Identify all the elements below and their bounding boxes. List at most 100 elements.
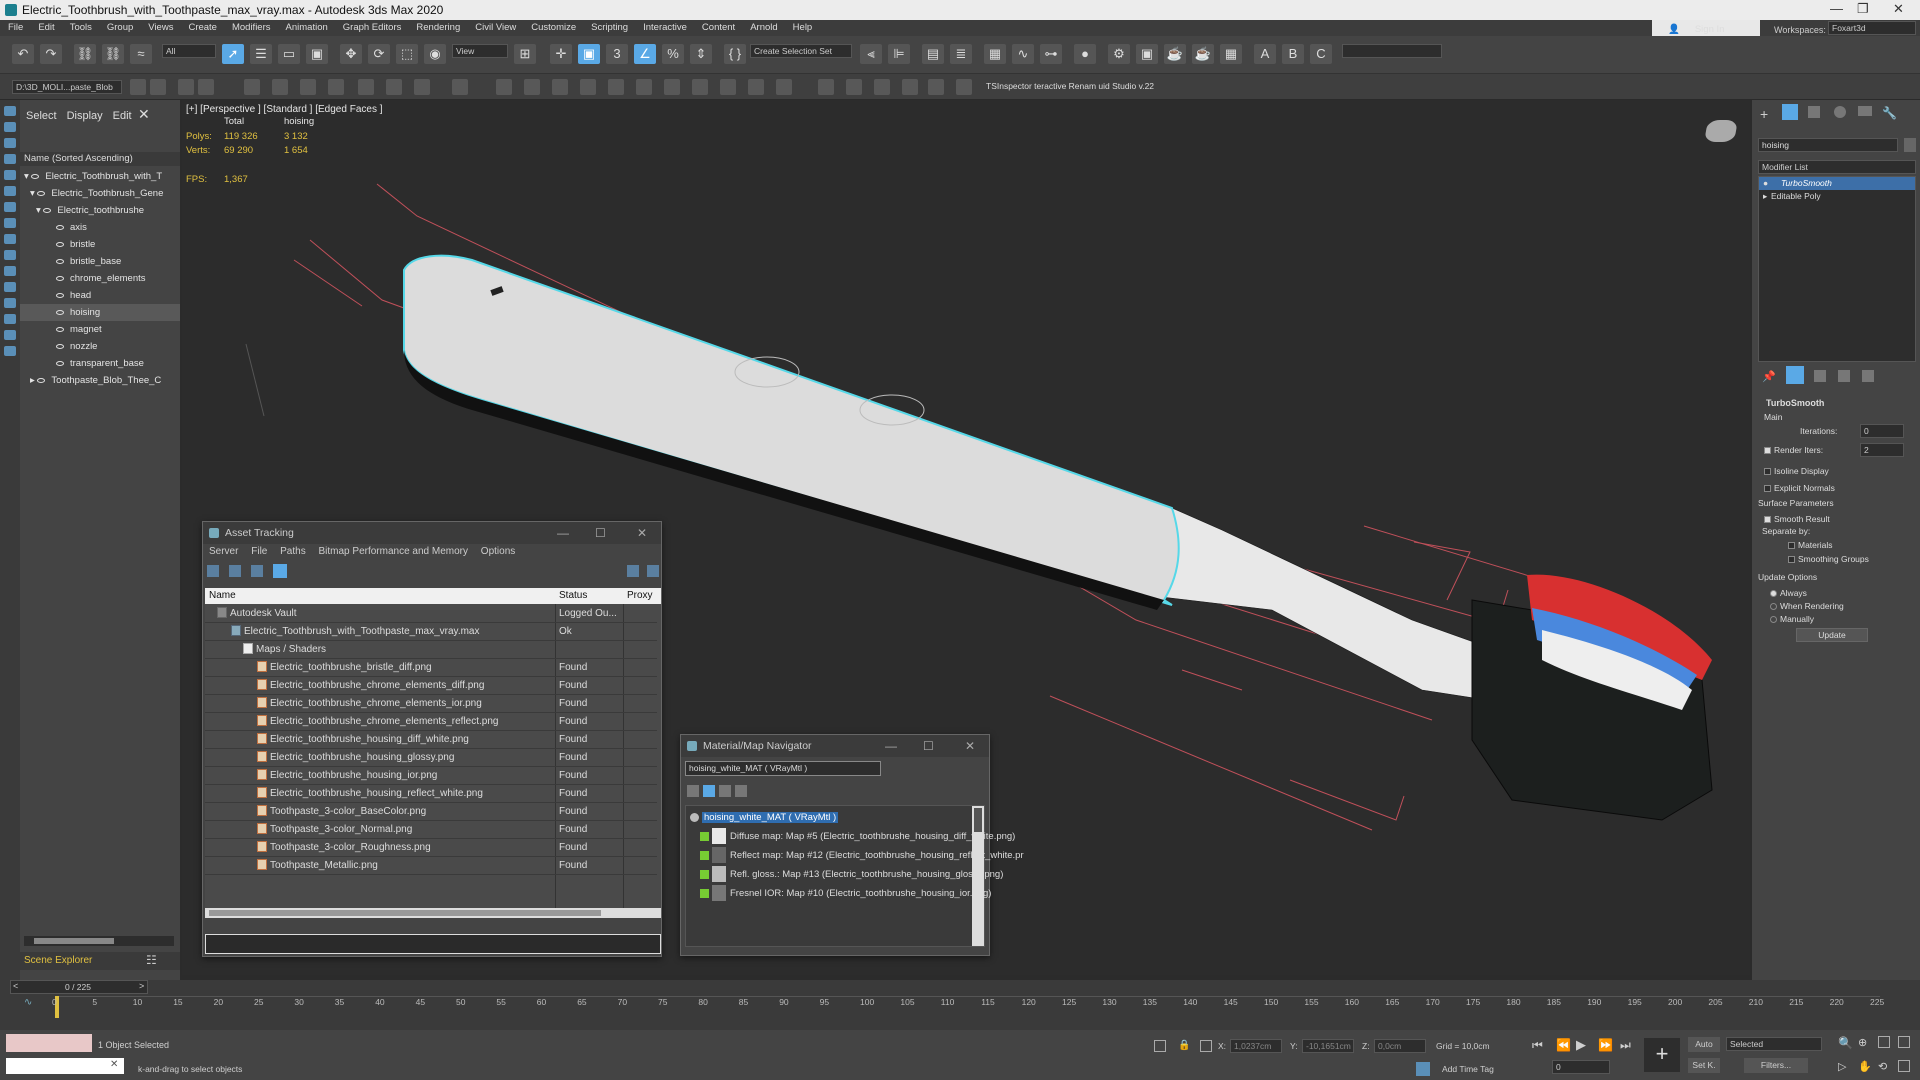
menu-edit[interactable]: Edit: [30, 20, 61, 33]
stack-item-editable-poly[interactable]: ▸ Editable Poly: [1759, 190, 1915, 203]
render-setup-icon[interactable]: ⚙: [1108, 44, 1130, 64]
render-activeshade-icon[interactable]: ▦: [1220, 44, 1242, 64]
tool-ab-icon[interactable]: [928, 79, 944, 95]
menu-options[interactable]: Options: [481, 546, 515, 557]
tool-h-icon[interactable]: [328, 79, 344, 95]
menu-animation[interactable]: Animation: [278, 20, 335, 33]
isoline-display-checkbox[interactable]: Isoline Display: [1764, 466, 1829, 476]
visibility-eye-icon[interactable]: [56, 326, 64, 332]
menu-tools[interactable]: Tools: [62, 20, 99, 33]
tool-i-icon[interactable]: [358, 79, 374, 95]
display-lights-icon[interactable]: [4, 170, 16, 180]
tree-item[interactable]: ▾ Electric_toothbrushe: [20, 202, 180, 219]
display-none-icon[interactable]: [4, 106, 16, 116]
zoom-icon[interactable]: 🔍: [1838, 1036, 1853, 1050]
asset-tracking-window[interactable]: Asset Tracking — ☐ ✕ Server File Paths B…: [202, 521, 662, 957]
zoom-extents-all-icon[interactable]: [1898, 1036, 1910, 1048]
rollout-title[interactable]: TurboSmooth: [1766, 398, 1824, 408]
curve-editor-icon[interactable]: ∿: [24, 997, 32, 1008]
workspace-select[interactable]: Foxart3d: [1828, 21, 1916, 35]
find-icon[interactable]: [4, 346, 16, 356]
tool-a-icon[interactable]: [130, 79, 146, 95]
snaps-toggle-icon[interactable]: 3: [606, 44, 628, 64]
close-icon[interactable]: ✕: [637, 522, 647, 544]
update-button[interactable]: Update: [1796, 628, 1868, 642]
expand-icon[interactable]: ▾: [30, 188, 37, 199]
prev-frame-icon[interactable]: <: [13, 981, 18, 991]
redo-icon[interactable]: ↷: [40, 44, 62, 64]
table-row[interactable]: Maps / Shaders: [205, 641, 657, 659]
orbit-icon[interactable]: ⟲: [1878, 1060, 1887, 1073]
tree-item[interactable]: magnet: [20, 321, 180, 338]
visibility-eye-icon[interactable]: [56, 343, 64, 349]
tool-g-icon[interactable]: [300, 79, 316, 95]
project-path-select[interactable]: D:\3D_MOLI...paste_Blob: [12, 80, 122, 94]
move-icon[interactable]: ✥: [340, 44, 362, 64]
rendered-frame-window-icon[interactable]: ▣: [1136, 44, 1158, 64]
view-list-icons-icon[interactable]: [703, 785, 715, 797]
tree-item[interactable]: ▾ Electric_Toothbrush_Gene: [20, 185, 180, 202]
close-icon[interactable]: ✕: [110, 1059, 118, 1070]
display-bones-icon[interactable]: [4, 266, 16, 276]
percent-snap-icon[interactable]: %: [662, 44, 684, 64]
select-manipulate-icon[interactable]: ✛: [550, 44, 572, 64]
tool-w-icon[interactable]: [776, 79, 792, 95]
visibility-eye-icon[interactable]: [37, 190, 46, 196]
maxscript-input[interactable]: ✕: [6, 1058, 124, 1074]
display-groups-icon[interactable]: [4, 234, 16, 244]
placement-icon[interactable]: ◉: [424, 44, 446, 64]
rotate-icon[interactable]: ⟳: [368, 44, 390, 64]
table-row[interactable]: Electric_toothbrushe_chrome_elements_ref…: [205, 713, 657, 731]
minimize-icon[interactable]: —: [557, 522, 569, 544]
current-frame-field[interactable]: 0: [1552, 1060, 1610, 1074]
modify-tab-icon[interactable]: [1782, 104, 1798, 120]
time-slider[interactable]: < 0 / 225 >: [10, 980, 148, 994]
view-small-icons-icon[interactable]: [719, 785, 731, 797]
auto-key-button[interactable]: Auto: [1688, 1037, 1720, 1052]
zoom-extents-icon[interactable]: [1878, 1036, 1890, 1048]
menu-arnold[interactable]: Arnold: [742, 20, 784, 33]
view-large-icons-icon[interactable]: [735, 785, 747, 797]
menu-paths[interactable]: Paths: [280, 546, 306, 557]
checkbox-icon[interactable]: [1764, 447, 1771, 454]
absolute-mode-icon[interactable]: [1200, 1040, 1212, 1052]
tool-y-icon[interactable]: [846, 79, 862, 95]
lightbulb-icon[interactable]: ●: [1763, 177, 1768, 190]
tool-c-icon[interactable]: [178, 79, 194, 95]
utilities-tab-icon[interactable]: 🔧: [1882, 106, 1897, 120]
expand-icon[interactable]: ▾: [36, 205, 43, 216]
selection-set-select[interactable]: Create Selection Set: [750, 44, 852, 58]
table-row[interactable]: Autodesk Vault Logged Ou...: [205, 605, 657, 623]
table-view-icon[interactable]: [251, 565, 263, 577]
table-row[interactable]: Electric_toothbrushe_chrome_elements_dif…: [205, 677, 657, 695]
menu-content[interactable]: Content: [694, 20, 742, 33]
material-root[interactable]: hoising_white_MAT ( VRayMtl ): [690, 808, 839, 827]
always-radio[interactable]: Always: [1770, 588, 1807, 598]
menu-civil-view[interactable]: Civil View: [467, 20, 523, 33]
link-icon[interactable]: ⛓: [74, 44, 96, 64]
iterations-spinner[interactable]: 0: [1860, 424, 1904, 438]
display-geometry-icon[interactable]: [4, 138, 16, 148]
material-editor-icon[interactable]: ●: [1074, 44, 1096, 64]
table-row[interactable]: Electric_toothbrushe_housing_ior.png Foun…: [205, 767, 657, 785]
table-row[interactable]: Toothpaste_3-color_BaseColor.png Found: [205, 803, 657, 821]
radio-icon[interactable]: [1770, 603, 1777, 610]
time-tag-icon[interactable]: [1416, 1062, 1430, 1076]
scene-explorer-icon[interactable]: ▤: [922, 44, 944, 64]
tree-item-selected[interactable]: hoising: [20, 304, 180, 321]
object-color-swatch[interactable]: [1904, 138, 1916, 152]
select-object-icon[interactable]: ➚: [222, 44, 244, 64]
tool-x-icon[interactable]: [818, 79, 834, 95]
expand-icon[interactable]: ▾: [24, 171, 31, 182]
tree-item[interactable]: chrome_elements: [20, 270, 180, 287]
time-ruler[interactable]: [56, 996, 1880, 1018]
selection-filter[interactable]: All: [162, 44, 216, 58]
make-unique-icon[interactable]: [1814, 370, 1826, 382]
tool-ac-icon[interactable]: [956, 79, 972, 95]
expand-icon[interactable]: ▸: [1763, 190, 1767, 203]
scrollbar-thumb[interactable]: [209, 910, 601, 916]
toggle-ribbon-icon[interactable]: ▦: [984, 44, 1006, 64]
display-helpers-icon[interactable]: [4, 202, 16, 212]
tool-j-icon[interactable]: [386, 79, 402, 95]
tree-item[interactable]: nozzle: [20, 338, 180, 355]
